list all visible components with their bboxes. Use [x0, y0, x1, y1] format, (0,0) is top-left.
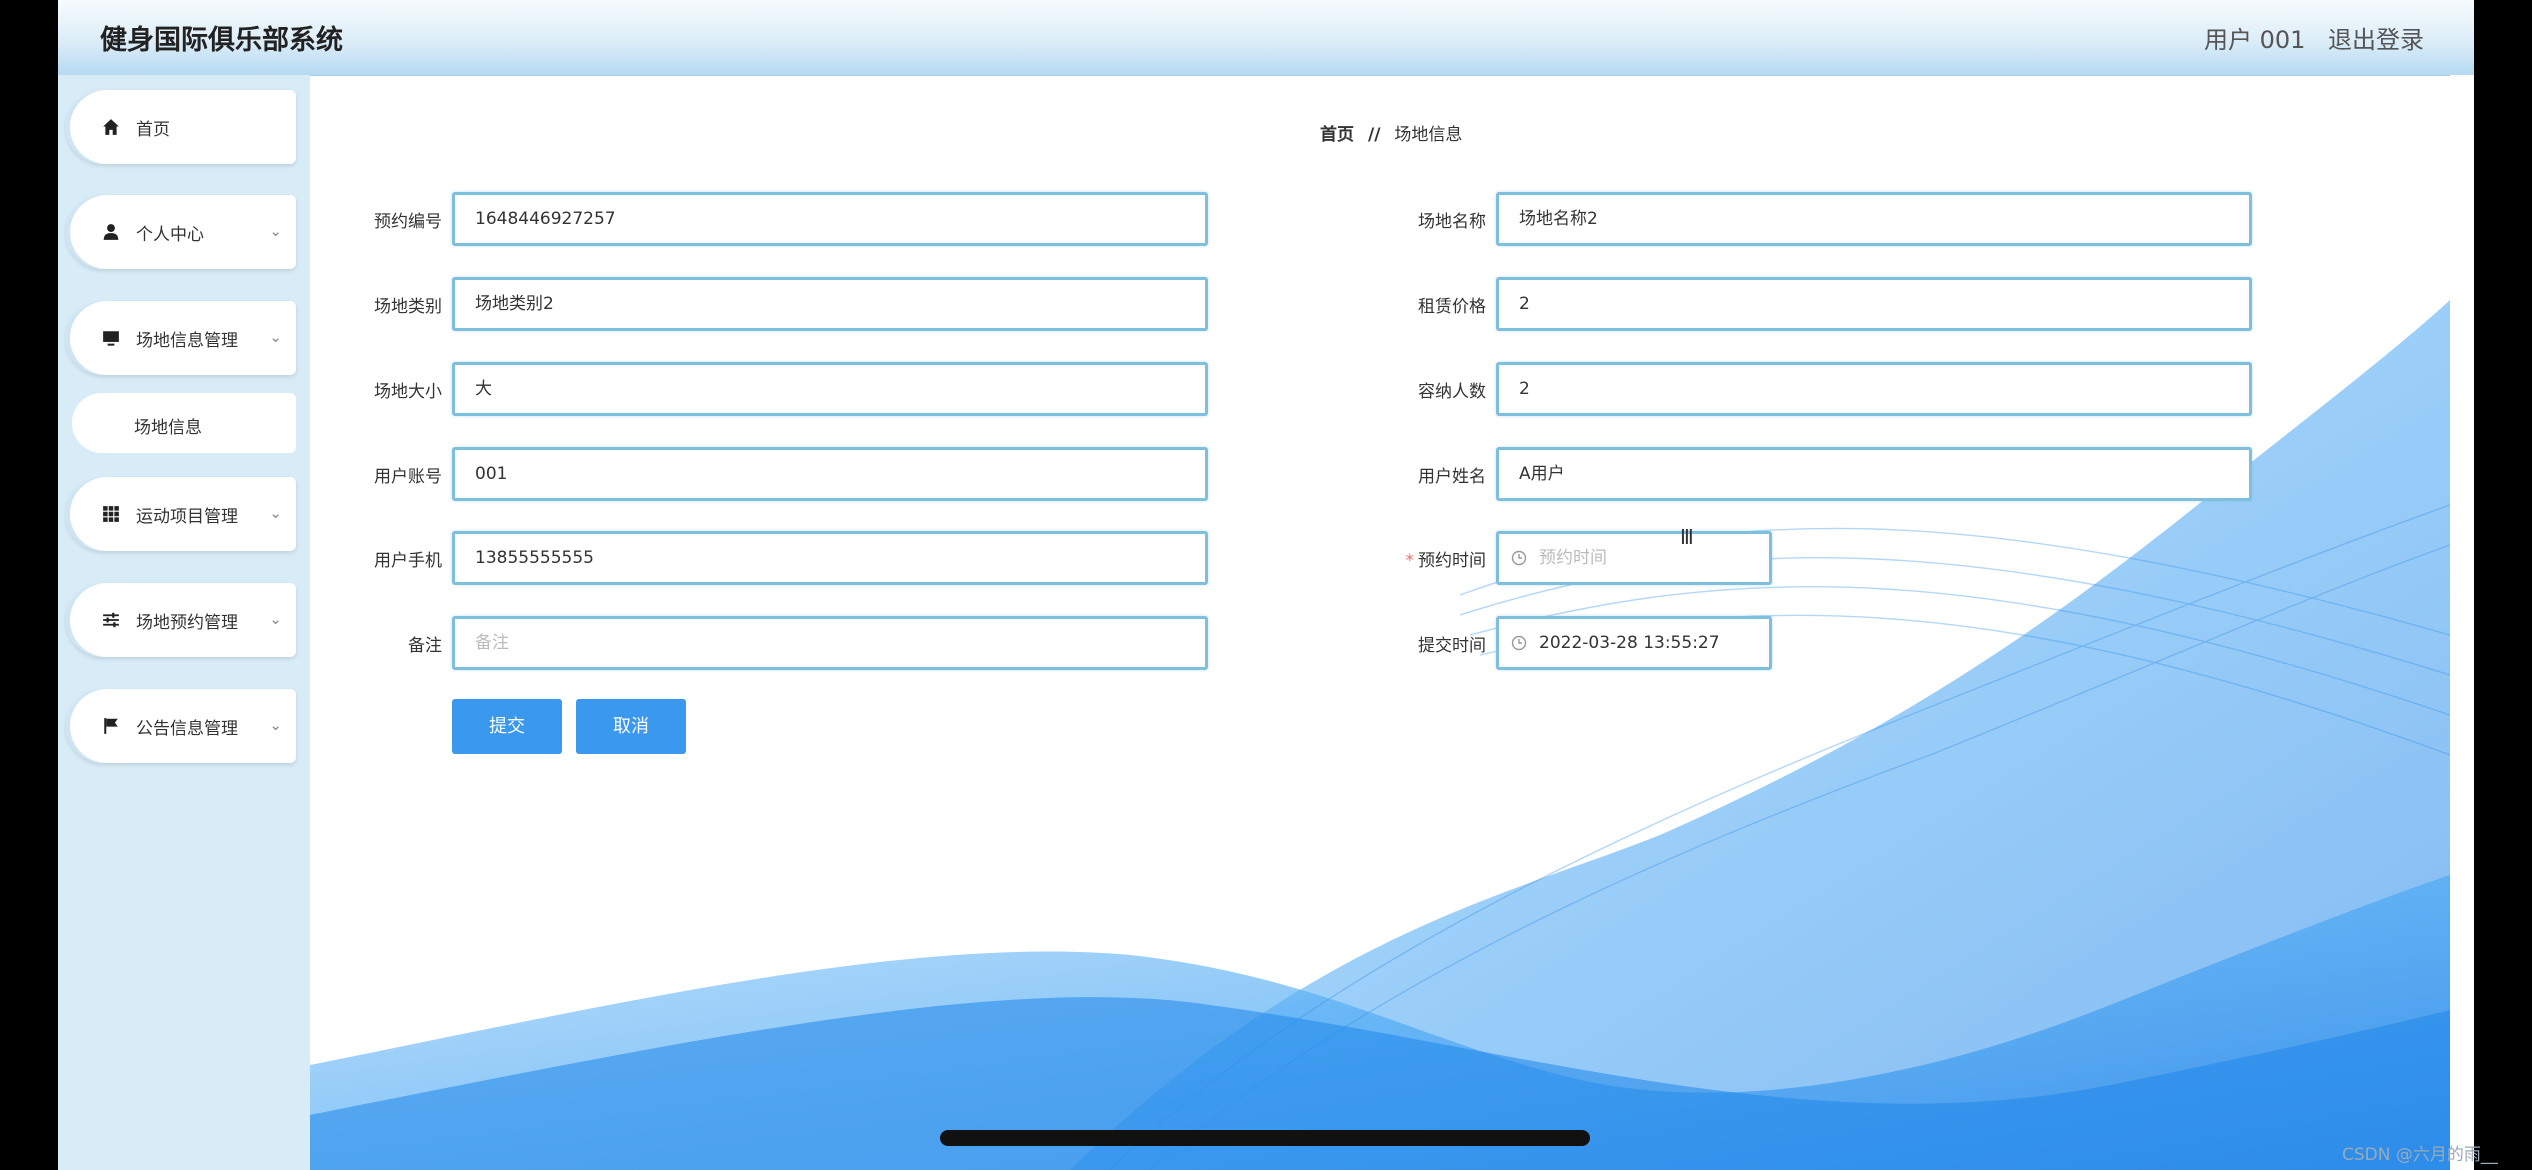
booking-no-field[interactable]: 1648446927257: [452, 192, 1208, 246]
venue-name-label: 场地名称: [1418, 212, 1486, 232]
sidebar: 首页 个人中心 ⌄ 场地信息管理 ⌄ 场地信息 运动项目管理 ⌄ 场地预约管理 …: [58, 75, 310, 1170]
watermark: CSDN @六月的雨__: [2342, 1145, 2498, 1165]
required-mark: *: [1405, 551, 1415, 571]
user-name-value: A用户: [1519, 464, 1565, 484]
breadcrumb-home[interactable]: 首页: [1320, 125, 1354, 145]
grid-icon: [103, 506, 119, 522]
remark-field[interactable]: 备注: [452, 616, 1208, 670]
chevron-down-icon: ⌄: [269, 222, 282, 240]
rent-price-field[interactable]: 2: [1496, 277, 2252, 331]
clock-icon: [1511, 550, 1527, 566]
sidebar-subitem-venue-info[interactable]: 场地信息: [72, 393, 296, 453]
logout-link[interactable]: 退出登录: [2328, 20, 2424, 55]
booking-time-label: * 预约时间: [1356, 546, 1487, 571]
booking-no-label: 预约编号: [374, 212, 442, 232]
user-account-label: 用户账号: [374, 467, 442, 487]
sidebar-item-label: 场地预约管理: [136, 613, 238, 633]
remark-label: 备注: [408, 636, 442, 656]
breadcrumb-separator: //: [1368, 125, 1381, 145]
top-bar: 健身国际俱乐部系统 用户 001 退出登录: [58, 0, 2474, 76]
sidebar-item-personal-center[interactable]: 个人中心 ⌄: [66, 195, 296, 269]
rent-price-value: 2: [1519, 294, 1530, 314]
booking-time-label-text: 预约时间: [1418, 551, 1486, 571]
submit-time-picker[interactable]: 2022-03-28 13:55:27: [1496, 616, 1772, 670]
booking-time-picker[interactable]: 预约时间: [1496, 531, 1772, 585]
chevron-down-icon: ⌄: [269, 716, 282, 734]
submit-button[interactable]: 提交: [452, 699, 562, 754]
venue-name-field[interactable]: 场地名称2: [1496, 192, 2252, 246]
user-account-value: 001: [475, 464, 508, 484]
venue-type-value: 场地类别2: [475, 294, 554, 314]
sidebar-subitem-label: 场地信息: [134, 418, 202, 438]
remark-placeholder: 备注: [475, 633, 509, 653]
sidebar-item-label: 公告信息管理: [136, 719, 238, 739]
capacity-field[interactable]: 2: [1496, 362, 2252, 416]
user-phone-field[interactable]: 13855555555: [452, 531, 1208, 585]
venue-name-value: 场地名称2: [1519, 209, 1598, 229]
sidebar-item-label: 个人中心: [136, 225, 204, 245]
clock-icon: [1511, 635, 1527, 651]
sliders-icon: [103, 612, 119, 628]
sidebar-item-home[interactable]: 首页: [66, 90, 296, 164]
sidebar-item-announcement-management[interactable]: 公告信息管理 ⌄: [66, 689, 296, 763]
user-icon: [103, 224, 119, 240]
sidebar-item-label: 运动项目管理: [136, 507, 238, 527]
app-window: 健身国际俱乐部系统 用户 001 退出登录 首页 个人中心 ⌄ 场地信息管理 ⌄…: [58, 0, 2474, 1170]
venue-size-value: 大: [475, 379, 492, 399]
sidebar-item-sports-management[interactable]: 运动项目管理 ⌄: [66, 477, 296, 551]
booking-no-value: 1648446927257: [475, 209, 616, 229]
app-title: 健身国际俱乐部系统: [100, 25, 343, 56]
venue-type-field[interactable]: 场地类别2: [452, 277, 1208, 331]
breadcrumb-current: 场地信息: [1394, 125, 1463, 145]
user-phone-label: 用户手机: [374, 551, 442, 571]
sidebar-item-label: 首页: [136, 120, 170, 140]
venue-type-label: 场地类别: [374, 297, 442, 317]
user-name-field[interactable]: A用户: [1496, 447, 2252, 501]
main-content: 首页 // 场地信息 预约编号 1648446927257 场地类别 场地类别2 场…: [310, 75, 2474, 1170]
capacity-label: 容纳人数: [1418, 382, 1486, 402]
text-cursor-icon: Ⅲ: [1680, 525, 1694, 549]
breadcrumb: 首页 // 场地信息: [1320, 120, 1462, 145]
submit-time-value: 2022-03-28 13:55:27: [1539, 633, 1720, 653]
chevron-down-icon: ⌄: [269, 328, 282, 346]
capacity-value: 2: [1519, 379, 1530, 399]
sidebar-item-booking-management[interactable]: 场地预约管理 ⌄: [66, 583, 296, 657]
chevron-down-icon: ⌄: [269, 504, 282, 522]
user-phone-value: 13855555555: [475, 548, 594, 568]
submit-time-label: 提交时间: [1418, 636, 1486, 656]
sidebar-item-venue-management[interactable]: 场地信息管理 ⌄: [66, 301, 296, 375]
current-user: 用户 001: [2204, 26, 2306, 54]
flag-icon: [104, 718, 118, 734]
booking-time-placeholder: 预约时间: [1539, 548, 1607, 568]
sidebar-item-label: 场地信息管理: [136, 331, 238, 351]
venue-size-label: 场地大小: [374, 382, 442, 402]
rent-price-label: 租赁价格: [1418, 297, 1486, 317]
venue-size-field[interactable]: 大: [452, 362, 1208, 416]
chevron-down-icon: ⌄: [269, 610, 282, 628]
user-name-label: 用户姓名: [1418, 467, 1486, 487]
home-icon: [103, 119, 119, 135]
cancel-button[interactable]: 取消: [576, 699, 686, 754]
home-indicator-bar[interactable]: [940, 1130, 1590, 1146]
user-account-field[interactable]: 001: [452, 447, 1208, 501]
monitor-icon: [103, 331, 119, 346]
